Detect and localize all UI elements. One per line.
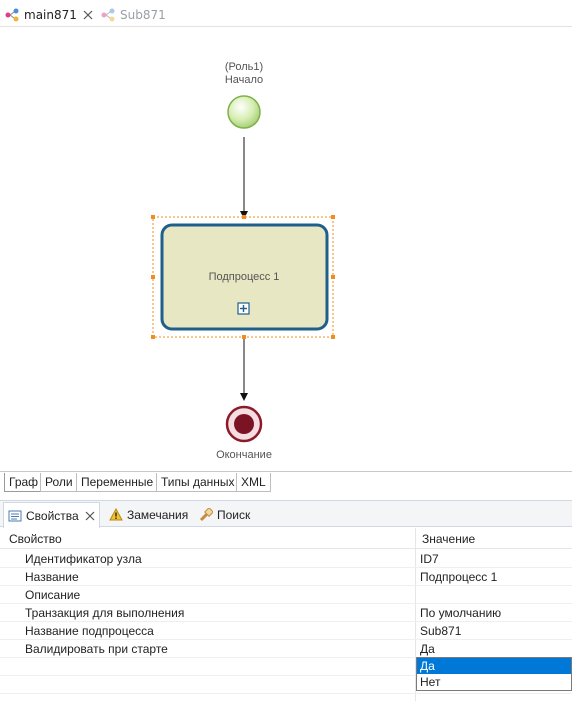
property-key: Описание [25, 588, 81, 602]
property-key: Название подпроцесса [25, 624, 154, 638]
table-row[interactable]: Транзакция для выполнения По умолчанию [0, 604, 572, 622]
property-value[interactable]: Sub871 [420, 624, 461, 638]
tab-data-types[interactable]: Типы данных [156, 473, 240, 492]
editor-page-tabs: Граф Роли Переменные Типы данных XML [0, 471, 572, 493]
process-icon [101, 8, 115, 22]
property-key: Валидировать при старте [25, 642, 168, 656]
close-icon[interactable] [83, 10, 93, 20]
diagram-graphics [151, 95, 335, 443]
end-event-core [234, 414, 254, 434]
property-key: Идентификатор узла [25, 552, 142, 566]
warning-icon [109, 507, 123, 520]
column-header-value[interactable]: Значение [422, 532, 475, 546]
table-row[interactable]: Название подпроцесса Sub871 [0, 622, 572, 640]
editor-tab-label: Sub871 [120, 8, 166, 22]
process-icon [5, 8, 19, 22]
subprocess-label: Подпроцесс 1 [208, 271, 280, 283]
property-value[interactable]: ID7 [420, 552, 439, 566]
start-label: Начало [224, 74, 264, 86]
tab-graph[interactable]: Граф [4, 473, 44, 492]
tab-label: Свойства [26, 508, 79, 523]
diagram-canvas[interactable]: (Роль1) Начало Подпроцесс 1 Окончание [0, 27, 572, 471]
property-value[interactable]: Да [420, 642, 435, 656]
tab-label: Поиск [217, 507, 251, 522]
validate-dropdown-list[interactable]: Да Нет [416, 657, 572, 691]
table-row[interactable]: Валидировать при старте Да [0, 640, 572, 658]
tab-xml[interactable]: XML [236, 473, 271, 492]
property-key: Название [25, 570, 79, 584]
tab-warnings[interactable]: Замечания [105, 503, 192, 526]
dropdown-option-no[interactable]: Нет [417, 674, 571, 690]
property-value[interactable]: По умолчанию [420, 606, 501, 620]
table-row[interactable]: Идентификатор узла ID7 [0, 550, 572, 568]
tab-label: Замечания [127, 507, 189, 522]
property-value[interactable]: Подпроцесс 1 [420, 570, 497, 584]
expand-subprocess-icon[interactable] [237, 302, 250, 315]
tab-roles[interactable]: Роли [40, 473, 78, 492]
property-key: Транзакция для выполнения [25, 606, 185, 620]
editor-tab-label: main871 [24, 8, 77, 22]
tab-properties[interactable]: Свойства [3, 502, 100, 528]
editor-tab-main[interactable]: main871 [4, 4, 93, 26]
close-icon[interactable] [85, 511, 95, 521]
editor-tab-sub[interactable]: Sub871 [100, 4, 166, 26]
editor-tab-bar: main871 Sub871 [0, 0, 572, 27]
end-label: Окончание [216, 449, 272, 461]
dropdown-option-yes[interactable]: Да [417, 658, 571, 674]
table-row[interactable]: Описание [0, 586, 572, 604]
tab-variables[interactable]: Переменные [76, 473, 159, 492]
properties-header: Свойство Значение [0, 528, 572, 549]
column-header-property[interactable]: Свойство [9, 532, 62, 546]
table-row[interactable]: Название Подпроцесс 1 [0, 568, 572, 586]
start-role-label: (Роль1) [224, 61, 264, 73]
search-icon [199, 507, 213, 521]
start-event[interactable] [227, 95, 261, 129]
view-tab-bar: Свойства Замечания Поиск [0, 500, 572, 528]
properties-icon [8, 510, 22, 521]
tab-search[interactable]: Поиск [195, 503, 254, 526]
